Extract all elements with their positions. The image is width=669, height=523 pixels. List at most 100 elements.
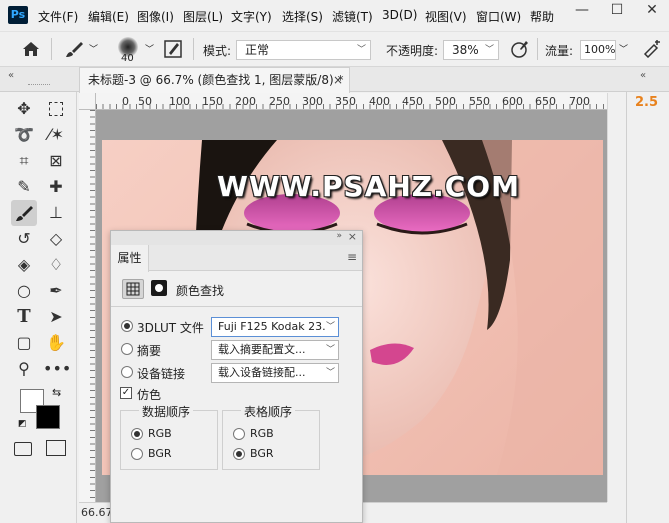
device-link-label: 设备链接 — [137, 367, 186, 381]
data-order-title: 数据顺序 — [139, 403, 194, 420]
opacity-value: 38% — [452, 43, 479, 57]
abstract-radio[interactable] — [121, 343, 133, 355]
chevron-down-icon: ﹀ — [325, 364, 335, 382]
lut-file-value: Fuji F125 Kodak 23... — [218, 320, 333, 333]
more-tools-icon[interactable]: ••• — [43, 356, 71, 382]
quick-mask-icon[interactable] — [14, 442, 32, 456]
healing-brush-icon[interactable]: ✚ — [43, 174, 69, 200]
abstract-select[interactable]: 载入摘要配置文... ﹀ — [211, 340, 339, 360]
menu-select[interactable]: 选择(S) — [282, 8, 323, 25]
expand-panels-icon[interactable]: « — [640, 70, 646, 81]
frame-tool-icon[interactable]: ⊠ — [43, 148, 69, 174]
table-order-bgr-radio[interactable] — [233, 448, 245, 460]
brush-tool-icon[interactable] — [11, 200, 37, 226]
flow-field[interactable]: 100% — [580, 40, 616, 60]
paint-bucket-icon[interactable]: ◈ — [11, 252, 37, 278]
tools-panel: ✥ ➰ ⁄✶ ⌗ ⊠ ✎ ✚ ⊥ ↺ ◇ ◈ ♢ ○ ✒ T ➤ ▢ ✋ ⚲ •… — [0, 84, 77, 523]
magic-wand-icon[interactable]: ⁄✶ — [43, 122, 69, 148]
data-order-group: 数据顺序 RGB BGR — [120, 403, 218, 470]
close-panel-icon[interactable]: × — [348, 230, 357, 243]
table-order-rgb-radio[interactable] — [233, 428, 245, 440]
menu-edit[interactable]: 编辑(E) — [88, 8, 129, 25]
device-link-radio[interactable] — [121, 366, 133, 378]
close-window-button[interactable]: ✕ — [635, 0, 669, 22]
hand-tool-icon[interactable]: ✋ — [43, 330, 69, 356]
chevron-down-icon[interactable]: ﹀ — [619, 42, 628, 55]
brush-tool-icon[interactable] — [64, 40, 84, 58]
swap-colors-icon[interactable]: ⇆ — [52, 386, 61, 399]
blur-tool-icon[interactable]: ♢ — [43, 252, 69, 278]
menu-help[interactable]: 帮助 — [530, 8, 554, 25]
panel-menu-icon[interactable]: ≡ — [347, 250, 357, 264]
mode-dropdown[interactable]: 正常 ﹀ — [236, 40, 371, 60]
marquee-tool-icon[interactable] — [43, 96, 69, 122]
stamp-tool-icon[interactable]: ⊥ — [43, 200, 69, 226]
menu-filter[interactable]: 滤镜(T) — [332, 8, 373, 25]
default-colors-icon[interactable]: ◩ — [18, 419, 27, 429]
dither-checkbox[interactable]: ✓ — [120, 387, 132, 399]
menu-type[interactable]: 文字(Y) — [231, 8, 272, 25]
panel-titlebar[interactable]: » × — [111, 230, 362, 245]
history-brush-icon[interactable]: ↺ — [11, 226, 37, 252]
panel-value: 2.5 — [635, 95, 659, 110]
maximize-button[interactable]: ☐ — [600, 0, 634, 22]
lut-file-radio[interactable] — [121, 320, 133, 332]
pressure-opacity-icon[interactable] — [510, 40, 530, 58]
opacity-label: 不透明度: — [386, 44, 439, 58]
device-link-select[interactable]: 载入设备链接配... ﹀ — [211, 363, 339, 383]
shape-tool-icon[interactable]: ▢ — [11, 330, 37, 356]
collapse-panel-icon[interactable]: » — [336, 231, 342, 241]
move-tool-icon[interactable]: ✥ — [11, 96, 37, 122]
chevron-down-icon[interactable]: ﹀ — [89, 42, 98, 55]
dodge-tool-icon[interactable]: ○ — [11, 278, 37, 304]
panel-tab-row: 属性 ≡ — [111, 245, 362, 272]
menu-layer[interactable]: 图层(L) — [183, 8, 223, 25]
eraser-tool-icon[interactable]: ◇ — [43, 226, 69, 252]
menu-file[interactable]: 文件(F) — [38, 8, 78, 25]
path-selection-icon[interactable]: ➤ — [43, 304, 69, 330]
menu-3d[interactable]: 3D(D) — [382, 8, 417, 22]
crop-tool-icon[interactable]: ⌗ — [11, 148, 37, 174]
chevron-down-icon[interactable]: ﹀ — [145, 42, 154, 55]
lut-file-select[interactable]: Fuji F125 Kodak 23... ﹀ — [211, 317, 339, 337]
vertical-scrollbar[interactable] — [607, 93, 625, 502]
menu-window[interactable]: 窗口(W) — [476, 8, 521, 25]
table-order-title: 表格顺序 — [241, 403, 296, 420]
lut-file-label: 3DLUT 文件 — [137, 321, 204, 335]
airbrush-icon[interactable] — [642, 40, 662, 58]
data-order-rgb-label: RGB — [148, 427, 172, 440]
menu-image[interactable]: 图像(I) — [137, 8, 174, 25]
mode-label: 模式: — [203, 44, 232, 58]
vertical-ruler — [79, 110, 96, 502]
chevron-down-icon: ﹀ — [484, 45, 494, 55]
home-icon[interactable] — [22, 41, 40, 57]
dither-label: 仿色 — [137, 388, 162, 402]
menu-view[interactable]: 视图(V) — [425, 8, 467, 25]
zoom-tool-icon[interactable]: ⚲ — [11, 356, 37, 382]
collapse-panels-icon[interactable]: « — [8, 70, 14, 81]
tab-properties[interactable]: 属性 — [111, 245, 149, 272]
data-order-bgr-radio[interactable] — [131, 448, 143, 460]
data-order-rgb-radio[interactable] — [131, 428, 143, 440]
divider — [537, 38, 538, 60]
adjustment-layer-icon[interactable] — [122, 279, 144, 299]
brush-settings-icon[interactable] — [164, 40, 184, 58]
divider — [193, 38, 194, 60]
layer-mask-icon[interactable] — [151, 280, 167, 296]
minimize-button[interactable]: — — [565, 0, 599, 22]
document-tab[interactable]: 未标题-3 @ 66.7% (颜色查找 1, 图层蒙版/8) * × — [79, 67, 350, 93]
type-tool-icon[interactable]: T — [11, 304, 37, 330]
zoom-readout[interactable]: 66.67 — [81, 506, 113, 519]
mode-value: 正常 — [245, 43, 270, 57]
screen-mode-icon[interactable] — [46, 440, 66, 456]
pen-tool-icon[interactable]: ✒ — [43, 278, 69, 304]
opacity-field[interactable]: 38% ﹀ — [443, 40, 499, 60]
lasso-tool-icon[interactable]: ➰ — [11, 122, 37, 148]
close-tab-button[interactable]: × — [333, 68, 343, 92]
flow-label: 流量: — [545, 44, 574, 58]
flow-value: 100% — [584, 43, 616, 56]
eyedropper-icon[interactable]: ✎ — [11, 174, 37, 200]
properties-panel: » × 属性 ≡ 颜色查找 3DLUT 文件 Fuji F125 Kodak 2… — [110, 230, 363, 523]
abstract-label: 摘要 — [137, 344, 162, 358]
background-color-swatch[interactable] — [36, 405, 60, 429]
